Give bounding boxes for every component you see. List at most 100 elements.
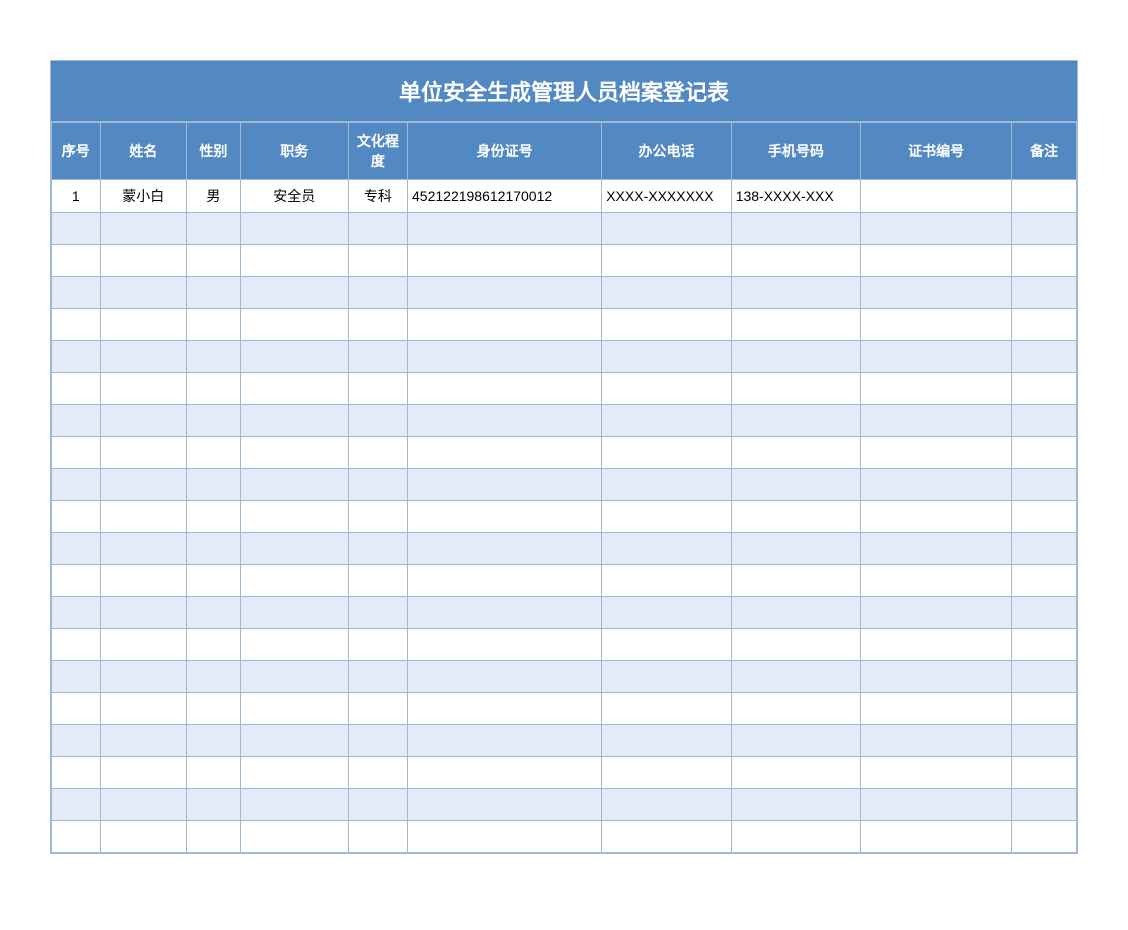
- cell-cert_no: [861, 341, 1012, 373]
- cell-note: [1012, 180, 1077, 213]
- cell-note: [1012, 661, 1077, 693]
- cell-gender: [186, 277, 240, 309]
- col-header-seq: 序号: [52, 123, 101, 180]
- cell-office_phone: XXXX-XXXXXXX: [602, 180, 731, 213]
- cell-id_number: [408, 693, 602, 725]
- cell-name: [100, 405, 186, 437]
- cell-name: [100, 565, 186, 597]
- cell-cert_no: [861, 277, 1012, 309]
- cell-note: [1012, 533, 1077, 565]
- cell-gender: [186, 565, 240, 597]
- cell-note: [1012, 405, 1077, 437]
- cell-seq: [52, 789, 101, 821]
- cell-education: [348, 277, 407, 309]
- cell-mobile: [731, 821, 860, 853]
- col-header-gender: 性别: [186, 123, 240, 180]
- cell-education: [348, 629, 407, 661]
- cell-office_phone: [602, 341, 731, 373]
- cell-mobile: [731, 629, 860, 661]
- cell-gender: 男: [186, 180, 240, 213]
- cell-office_phone: [602, 789, 731, 821]
- col-header-education: 文化程度: [348, 123, 407, 180]
- cell-position: [240, 341, 348, 373]
- cell-cert_no: [861, 213, 1012, 245]
- cell-education: [348, 821, 407, 853]
- cell-note: [1012, 309, 1077, 341]
- cell-gender: [186, 469, 240, 501]
- header-row: 序号 姓名 性别 职务 文化程度 身份证号 办公电话 手机号码 证书编号 备注: [52, 123, 1077, 180]
- cell-position: [240, 245, 348, 277]
- cell-id_number: 452122198612170012: [408, 180, 602, 213]
- cell-office_phone: [602, 597, 731, 629]
- cell-id_number: [408, 277, 602, 309]
- cell-id_number: [408, 789, 602, 821]
- table-row: [52, 789, 1077, 821]
- cell-seq: [52, 661, 101, 693]
- cell-note: [1012, 821, 1077, 853]
- cell-cert_no: [861, 821, 1012, 853]
- cell-name: [100, 469, 186, 501]
- cell-seq: [52, 437, 101, 469]
- cell-position: [240, 277, 348, 309]
- cell-seq: [52, 277, 101, 309]
- cell-gender: [186, 501, 240, 533]
- cell-id_number: [408, 597, 602, 629]
- cell-seq: [52, 373, 101, 405]
- cell-gender: [186, 309, 240, 341]
- cell-position: [240, 469, 348, 501]
- cell-education: [348, 789, 407, 821]
- cell-position: [240, 533, 348, 565]
- data-table: 序号 姓名 性别 职务 文化程度 身份证号 办公电话 手机号码 证书编号 备注 …: [51, 122, 1077, 853]
- cell-cert_no: [861, 180, 1012, 213]
- cell-seq: [52, 405, 101, 437]
- cell-cert_no: [861, 373, 1012, 405]
- cell-cert_no: [861, 597, 1012, 629]
- cell-cert_no: [861, 245, 1012, 277]
- cell-id_number: [408, 341, 602, 373]
- cell-office_phone: [602, 405, 731, 437]
- col-header-name: 姓名: [100, 123, 186, 180]
- cell-mobile: [731, 373, 860, 405]
- cell-id_number: [408, 469, 602, 501]
- cell-education: [348, 757, 407, 789]
- cell-position: [240, 597, 348, 629]
- cell-gender: [186, 533, 240, 565]
- cell-position: 安全员: [240, 180, 348, 213]
- cell-mobile: [731, 565, 860, 597]
- cell-name: [100, 245, 186, 277]
- cell-id_number: [408, 501, 602, 533]
- cell-mobile: [731, 213, 860, 245]
- cell-education: [348, 533, 407, 565]
- table-row: 1蒙小白男安全员专科452122198612170012XXXX-XXXXXXX…: [52, 180, 1077, 213]
- cell-mobile: [731, 245, 860, 277]
- col-header-office: 办公电话: [602, 123, 731, 180]
- cell-gender: [186, 437, 240, 469]
- cell-education: [348, 661, 407, 693]
- cell-office_phone: [602, 693, 731, 725]
- cell-office_phone: [602, 725, 731, 757]
- cell-education: [348, 597, 407, 629]
- cell-seq: [52, 245, 101, 277]
- cell-name: 蒙小白: [100, 180, 186, 213]
- cell-office_phone: [602, 373, 731, 405]
- cell-name: [100, 661, 186, 693]
- cell-position: [240, 789, 348, 821]
- cell-position: [240, 373, 348, 405]
- cell-note: [1012, 725, 1077, 757]
- cell-education: [348, 213, 407, 245]
- cell-seq: [52, 309, 101, 341]
- cell-seq: [52, 821, 101, 853]
- cell-office_phone: [602, 437, 731, 469]
- cell-education: [348, 373, 407, 405]
- cell-seq: [52, 501, 101, 533]
- cell-gender: [186, 661, 240, 693]
- cell-education: [348, 245, 407, 277]
- cell-mobile: [731, 341, 860, 373]
- cell-office_phone: [602, 757, 731, 789]
- cell-mobile: [731, 469, 860, 501]
- cell-cert_no: [861, 501, 1012, 533]
- cell-position: [240, 501, 348, 533]
- cell-note: [1012, 597, 1077, 629]
- cell-id_number: [408, 373, 602, 405]
- cell-education: [348, 341, 407, 373]
